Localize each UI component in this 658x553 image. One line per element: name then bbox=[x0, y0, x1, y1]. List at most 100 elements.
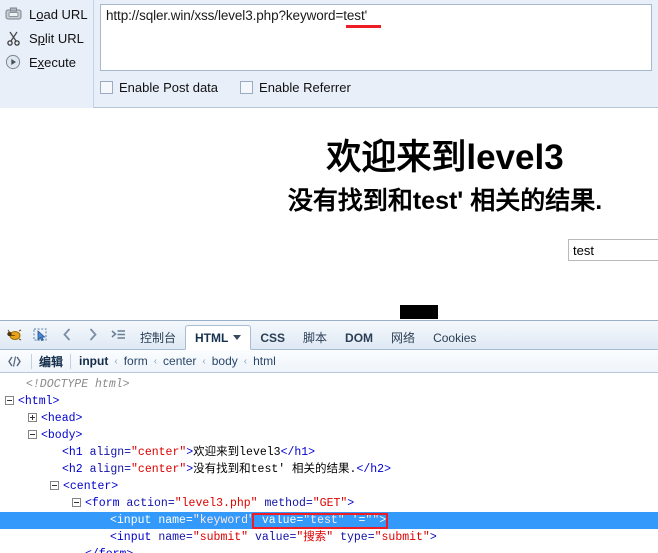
attr-input1-injected-value: "" bbox=[365, 514, 380, 527]
hackbar-panel: Load URL Split URL Execute http://sqler.… bbox=[0, 0, 658, 108]
page-subtitle: 没有找到和test' 相关的结果. bbox=[287, 187, 603, 215]
url-text: http://sqler.win/xss/level3.php?keyword=… bbox=[106, 8, 368, 23]
breadcrumb: 编辑 input ‹ form ‹ center ‹ body ‹ html bbox=[0, 350, 658, 373]
tab-html[interactable]: HTML bbox=[185, 325, 252, 350]
attr-h2-align-value: "center" bbox=[131, 463, 187, 476]
collapse-toggle-body[interactable] bbox=[28, 430, 37, 440]
breadcrumb-divider-2 bbox=[70, 353, 72, 369]
code-brackets-icon[interactable] bbox=[6, 353, 24, 369]
attr-h2-align-name: align= bbox=[82, 463, 132, 476]
tab-cookies[interactable]: Cookies bbox=[424, 326, 485, 349]
breadcrumb-sep-4: ‹ bbox=[243, 355, 248, 367]
load-url-button[interactable]: Load URL bbox=[0, 2, 93, 26]
tree-line-form[interactable]: <form action="level3.php" method="GET"> bbox=[0, 495, 658, 512]
tag-center: <center> bbox=[63, 480, 119, 493]
attr-input1-value-value: "test" bbox=[303, 514, 345, 527]
breadcrumb-item-form[interactable]: form bbox=[123, 354, 149, 368]
tree-line-center[interactable]: <center> bbox=[0, 478, 658, 495]
tab-console-label: 控制台 bbox=[140, 331, 177, 345]
breadcrumb-sep-1: ‹ bbox=[114, 355, 118, 367]
url-input[interactable]: http://sqler.win/xss/level3.php?keyword=… bbox=[100, 4, 652, 71]
tab-script-label: 脚本 bbox=[303, 331, 328, 345]
page-title: 欢迎来到level3 bbox=[326, 138, 564, 177]
breadcrumb-sep-3: ‹ bbox=[202, 355, 206, 367]
page-content: 欢迎来到level3 没有找到和test' 相关的结果. bbox=[0, 109, 658, 303]
attr-input1-injected-name: '= bbox=[344, 514, 366, 527]
tag-input1-open: <input bbox=[110, 514, 152, 527]
breadcrumb-item-center[interactable]: center bbox=[162, 354, 197, 368]
text-h1: 欢迎来到level3 bbox=[193, 446, 281, 459]
chevron-right-icon[interactable] bbox=[84, 326, 101, 343]
tag-input2-open: <input bbox=[110, 531, 152, 544]
tree-line-h1[interactable]: <h1 align="center">欢迎来到level3</h1> bbox=[0, 444, 658, 461]
collapse-toggle-center[interactable] bbox=[50, 481, 59, 491]
search-input[interactable] bbox=[568, 239, 658, 261]
firebug-toolbar: 控制台 HTML CSS 脚本 DOM 网络 Cookies bbox=[0, 321, 658, 350]
execute-button[interactable]: Execute bbox=[0, 50, 93, 74]
tab-console[interactable]: 控制台 bbox=[131, 326, 185, 349]
chevron-down-icon[interactable] bbox=[233, 335, 242, 340]
tag-input2-gt: > bbox=[429, 531, 437, 544]
attr-form-method-name: method= bbox=[257, 497, 313, 510]
html-source-tree[interactable]: <!DOCTYPE html> <html> <head> <body> <h1… bbox=[0, 373, 658, 553]
tab-css[interactable]: CSS bbox=[251, 326, 294, 349]
breadcrumb-divider-1 bbox=[31, 353, 32, 369]
tag-form-close: </form> bbox=[85, 548, 133, 553]
attr-input1-name-name: name= bbox=[151, 514, 193, 527]
breadcrumb-sep-2: ‹ bbox=[153, 355, 158, 367]
tag-h1-close: </h1> bbox=[280, 446, 316, 459]
tree-line-input-keyword[interactable]: <input name="keyword" value="test" '=""> bbox=[0, 512, 658, 529]
doctype-text: <!DOCTYPE html> bbox=[26, 378, 130, 391]
tag-form-gt: > bbox=[347, 497, 355, 510]
tag-input1-gt: > bbox=[379, 514, 387, 527]
breadcrumb-item-html[interactable]: html bbox=[252, 354, 277, 368]
expand-toggle-head[interactable] bbox=[28, 413, 37, 423]
enable-referrer-label: Enable Referrer bbox=[259, 80, 351, 95]
search-form bbox=[568, 239, 658, 261]
firebug-bug-icon[interactable] bbox=[6, 326, 23, 343]
attr-form-action-value: "level3.php" bbox=[174, 497, 258, 510]
tab-script[interactable]: 脚本 bbox=[294, 326, 336, 349]
firebug-tabs: 控制台 HTML CSS 脚本 DOM 网络 Cookies bbox=[131, 320, 485, 350]
hackbar-options: Enable Post data Enable Referrer bbox=[100, 80, 351, 95]
collapse-toggle-html[interactable] bbox=[5, 396, 14, 406]
split-url-button[interactable]: Split URL bbox=[0, 26, 93, 50]
tab-dom[interactable]: DOM bbox=[336, 326, 382, 349]
breadcrumb-item-input[interactable]: input bbox=[78, 354, 109, 368]
attr-input1-value-name: value= bbox=[254, 514, 304, 527]
collapse-toggle-form[interactable] bbox=[72, 498, 81, 508]
tree-line-h2[interactable]: <h2 align="center">没有找到和test' 相关的结果.</h2… bbox=[0, 461, 658, 478]
inspect-element-icon[interactable] bbox=[32, 326, 49, 343]
tab-html-label: HTML bbox=[195, 330, 229, 345]
tag-form-open: <form bbox=[85, 497, 120, 510]
tree-line-html[interactable]: <html> bbox=[0, 393, 658, 410]
tree-line-input-submit[interactable]: <input name="submit" value="搜索" type="su… bbox=[0, 529, 658, 546]
attr-input2-value-name: value= bbox=[248, 531, 297, 544]
play-icon bbox=[4, 53, 22, 71]
enable-post-data-checkbox[interactable]: Enable Post data bbox=[100, 80, 218, 95]
edit-button[interactable]: 编辑 bbox=[39, 353, 63, 370]
attr-input1-name-value: "keyword" bbox=[192, 514, 255, 527]
tree-line-body[interactable]: <body> bbox=[0, 427, 658, 444]
attr-form-action-name: action= bbox=[119, 497, 175, 510]
tree-line-form-close[interactable]: </form> bbox=[0, 546, 658, 553]
attr-input2-value-value: "搜索" bbox=[296, 531, 334, 544]
tab-network[interactable]: 网络 bbox=[382, 326, 424, 349]
text-h2: 没有找到和test' 相关的结果. bbox=[193, 463, 357, 476]
tag-h1-open: <h1 bbox=[62, 446, 83, 459]
enable-referrer-checkbox[interactable]: Enable Referrer bbox=[240, 80, 351, 95]
checkbox-box-referrer[interactable] bbox=[240, 81, 254, 94]
enable-post-data-label: Enable Post data bbox=[119, 80, 219, 95]
attr-h1-align-value: "center" bbox=[131, 446, 187, 459]
firebug-toolbar-icons bbox=[0, 320, 131, 349]
checkbox-box-post-data[interactable] bbox=[100, 81, 113, 94]
scissors-icon bbox=[4, 29, 22, 47]
tree-line-head[interactable]: <head> bbox=[0, 410, 658, 427]
tab-cookies-label: Cookies bbox=[433, 330, 477, 345]
profile-list-icon[interactable] bbox=[110, 326, 127, 343]
screen: Load URL Split URL Execute http://sqler.… bbox=[0, 0, 658, 553]
chevron-left-icon[interactable] bbox=[58, 326, 75, 343]
split-url-label: Split URL bbox=[29, 30, 84, 46]
breadcrumb-item-body[interactable]: body bbox=[211, 354, 239, 368]
execute-label: Execute bbox=[29, 54, 76, 70]
